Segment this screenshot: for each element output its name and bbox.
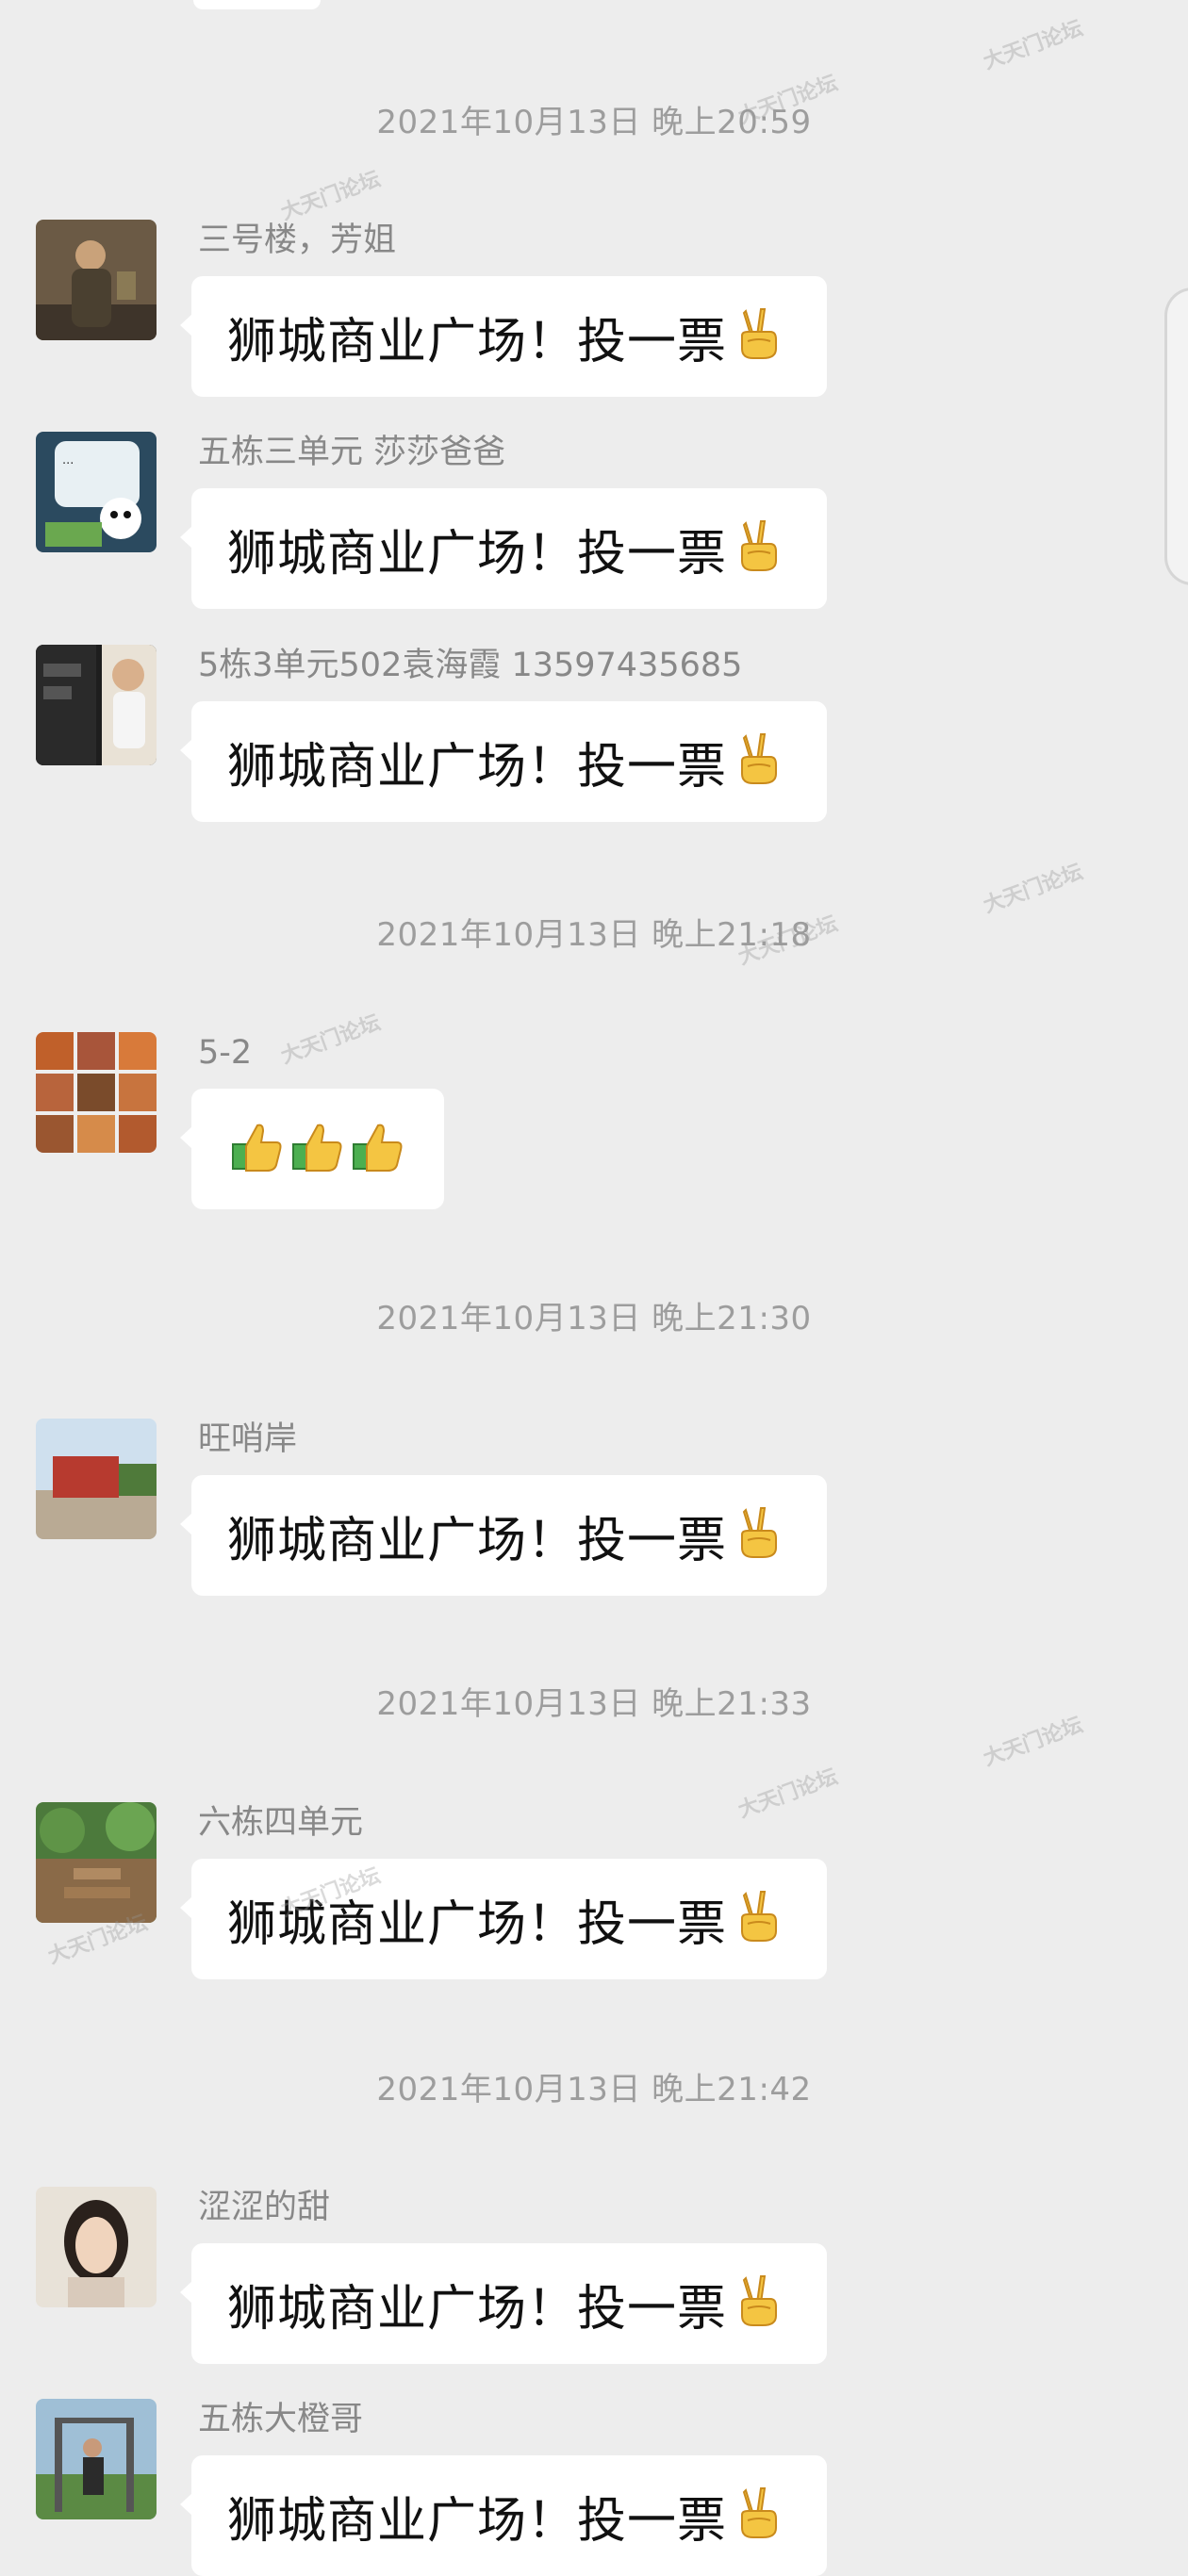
- sender-name: 5-2: [198, 1034, 253, 1072]
- victory-hand-icon: [733, 1506, 785, 1565]
- sender-name: 三号楼，芳姐: [198, 222, 397, 259]
- avatar[interactable]: [36, 1032, 157, 1153]
- sender-name: 涩涩的甜: [198, 2189, 331, 2226]
- svg-text:···: ···: [62, 457, 74, 471]
- thumbs-up-icon: [350, 1120, 404, 1178]
- message-text: 狮城商业广场！投一票: [227, 1895, 728, 1953]
- chat-window[interactable]: 2021年10月13日 晚上20:59 三号楼，芳姐 狮城商业广场！投一票 ··…: [0, 0, 1188, 2576]
- watermark: 大天门论坛: [980, 860, 1086, 918]
- victory-hand-icon: [733, 307, 785, 366]
- message-bubble[interactable]: 狮城商业广场！投一票: [179, 488, 828, 609]
- avatar[interactable]: ···: [36, 432, 157, 552]
- timestamp: 2021年10月13日 晚上21:42: [376, 2071, 812, 2108]
- message-bubble[interactable]: 狮城商业广场！投一票: [179, 2455, 828, 2576]
- victory-hand-icon: [733, 732, 785, 791]
- message-bubble[interactable]: 狮城商业广场！投一票: [179, 276, 828, 397]
- avatar[interactable]: [36, 220, 157, 340]
- message-text: 狮城商业广场！投一票: [227, 2492, 728, 2550]
- message-bubble[interactable]: 狮城商业广场！投一票: [179, 2243, 828, 2364]
- message-text: 狮城商业广场！投一票: [227, 2280, 728, 2338]
- message-bubble[interactable]: 狮城商业广场！投一票: [179, 1859, 828, 1979]
- thumbs-up-icon: [289, 1120, 344, 1178]
- avatar[interactable]: [36, 2399, 157, 2519]
- avatar[interactable]: [36, 2187, 157, 2307]
- watermark: 大天门论坛: [277, 1010, 384, 1069]
- sender-name: 六栋四单元: [198, 1804, 364, 1842]
- message-bubble[interactable]: [180, 1089, 444, 1209]
- thumbs-up-icon: [229, 1120, 284, 1178]
- sender-name: 5栋3单元502袁海霞 13597435685: [198, 647, 743, 684]
- victory-hand-icon: [733, 2274, 785, 2333]
- message-text: 狮城商业广场！投一票: [227, 525, 728, 582]
- message-text: 狮城商业广场！投一票: [227, 313, 728, 370]
- message-text: 狮城商业广场！投一票: [227, 738, 728, 796]
- timestamp: 2021年10月13日 晚上20:59: [376, 104, 812, 141]
- sender-name: 五栋三单元 莎莎爸爸: [198, 434, 506, 471]
- avatar[interactable]: [36, 1802, 157, 1923]
- side-panel-handle[interactable]: [1164, 287, 1188, 585]
- timestamp: 2021年10月13日 晚上21:33: [376, 1685, 812, 1723]
- watermark: 大天门论坛: [734, 1764, 841, 1823]
- victory-hand-icon: [733, 1890, 785, 1948]
- avatar[interactable]: [36, 1419, 157, 1539]
- victory-hand-icon: [733, 2486, 785, 2545]
- message-bubble[interactable]: 狮城商业广场！投一票: [179, 701, 828, 822]
- previous-message-bubble[interactable]: [193, 0, 321, 9]
- sender-name: 五栋大橙哥: [198, 2401, 364, 2438]
- watermark: 大天门论坛: [980, 16, 1086, 74]
- timestamp: 2021年10月13日 晚上21:30: [376, 1300, 812, 1337]
- message-text: 狮城商业广场！投一票: [227, 1512, 728, 1569]
- watermark: 大天门论坛: [277, 167, 384, 225]
- message-bubble[interactable]: 狮城商业广场！投一票: [179, 1475, 828, 1596]
- avatar[interactable]: [36, 645, 157, 765]
- sender-name: 旺哨岸: [198, 1420, 298, 1458]
- timestamp: 2021年10月13日 晚上21:18: [376, 916, 812, 954]
- victory-hand-icon: [733, 519, 785, 578]
